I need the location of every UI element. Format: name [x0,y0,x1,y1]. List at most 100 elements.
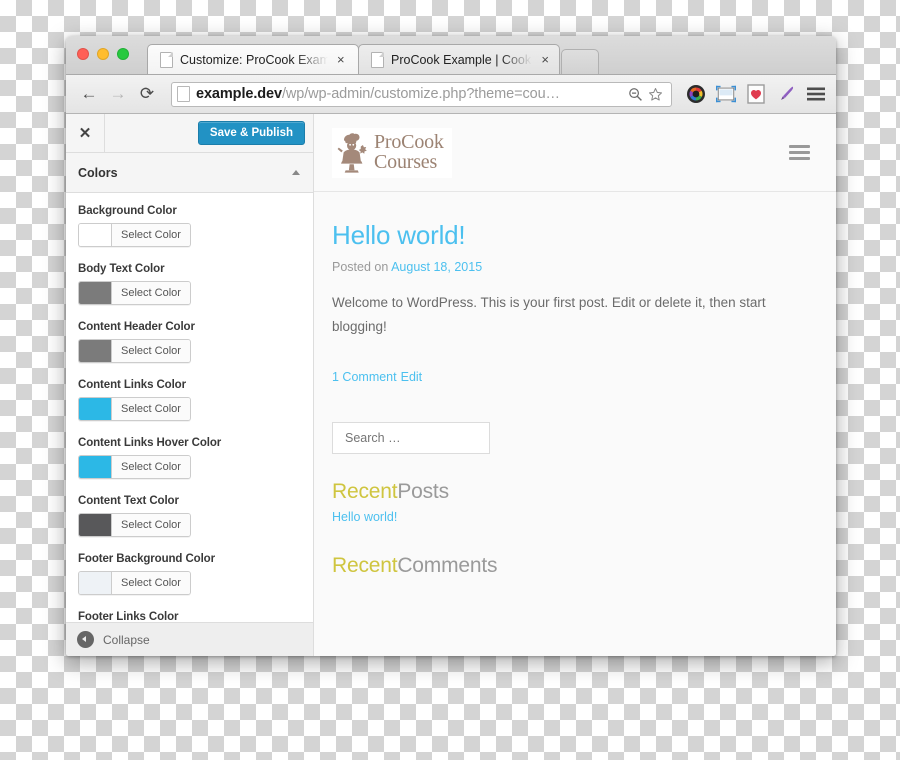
color-picker[interactable]: Select Color [78,571,191,596]
back-icon[interactable]: ← [76,81,102,107]
logo-line-1: ProCook [374,131,444,154]
chef-mascot-icon [337,132,367,173]
widget-title-recent-comments: RecentComments [332,554,810,578]
logo-line-2: Courses [374,150,438,173]
new-tab-button[interactable] [561,49,599,75]
select-color-button[interactable]: Select Color [112,282,190,305]
post-meta: Posted on August 18, 2015 [332,260,810,274]
address-bar[interactable]: example.dev/wp/wp-admin/customize.php?th… [171,81,672,107]
forward-icon[interactable]: → [105,81,131,107]
color-swatch[interactable] [79,282,112,305]
widget-title-rest: Posts [397,479,449,503]
select-color-button[interactable]: Select Color [112,514,190,537]
tab-customize[interactable]: Customize: ProCook Exam × [147,44,359,75]
pen-highlighter-icon[interactable] [775,84,796,105]
control-content-header-color: Content Header Color Select Color [78,321,301,367]
control-footer-background-color: Footer Background Color Select Color [78,553,301,599]
pinterest-save-icon[interactable] [745,84,766,105]
chrome-menu-icon[interactable] [805,84,826,105]
control-label: Content Text Color [78,495,179,508]
select-color-button[interactable]: Select Color [112,456,190,479]
save-and-publish-button[interactable]: Save & Publish [197,121,305,146]
select-color-button[interactable]: Select Color [112,398,190,421]
browser-viewport: ✕ Save & Publish Colors Background Color… [66,114,836,656]
section-title: Colors [78,165,118,180]
collapse-customizer-button[interactable]: Collapse [66,622,313,656]
recent-post-link[interactable]: Hello world! [332,510,810,524]
widget-title-rest: Comments [397,553,498,577]
color-picker[interactable]: Select Color [78,223,191,248]
page-info-icon[interactable] [177,86,190,103]
tab-close-icon[interactable]: × [337,53,345,66]
select-color-button[interactable]: Select Color [112,340,190,363]
window-minimize-button[interactable] [97,48,109,60]
comments-link[interactable]: 1 Comment [332,370,397,384]
control-content-links-hover-color: Content Links Hover Color Select Color [78,437,301,483]
color-swatch[interactable] [79,340,112,363]
save-button-wrap: Save & Publish [105,121,313,146]
customizer-sidebar: ✕ Save & Publish Colors Background Color… [66,114,314,656]
menu-bar [789,157,810,161]
site-content: Hello world! Posted on August 18, 2015 W… [314,192,836,656]
widget-title-recent-posts: RecentPosts [332,480,810,504]
control-label: Content Links Hover Color [78,437,222,450]
reload-icon[interactable]: ⟳ [134,81,160,107]
browser-toolbar: ← → ⟳ example.dev/wp/wp-admin/customize.… [66,75,836,115]
menu-bar [789,151,810,155]
site-logo-text: ProCook Courses [374,131,444,173]
browser-tab-strip: Customize: ProCook Exam × ProCook Exampl… [66,36,836,76]
post-excerpt: Welcome to WordPress. This is your first… [332,295,766,335]
post-title[interactable]: Hello world! [332,220,810,251]
control-content-links-color: Content Links Color Select Color [78,379,301,425]
tab-list: Customize: ProCook Exam × ProCook Exampl… [147,44,599,75]
tab-close-icon[interactable]: × [541,53,549,66]
customizer-header: ✕ Save & Publish [66,114,313,154]
color-picker[interactable]: Select Color [78,455,191,480]
star-icon[interactable] [645,87,665,102]
color-picker[interactable]: Select Color [78,397,191,422]
color-picker[interactable]: Select Color [78,339,191,364]
control-background-color: Background Color Select Color [78,205,301,251]
post-meta-prefix: Posted on [332,260,389,275]
menu-bar [789,145,810,149]
color-swatch[interactable] [79,514,112,537]
search-input[interactable] [343,429,479,446]
screenshot-capture-icon[interactable] [715,84,736,105]
section-header-colors[interactable]: Colors [66,153,313,194]
post-date-link[interactable]: August 18, 2015 [391,260,482,274]
search-widget[interactable] [332,421,490,454]
color-swatch[interactable] [79,398,112,421]
color-swatch[interactable] [79,224,112,247]
browser-window: Customize: ProCook Exam × ProCook Exampl… [66,36,836,656]
caret-up-icon[interactable] [292,170,300,176]
select-color-button[interactable]: Select Color [112,572,190,595]
color-swatch[interactable] [79,572,112,595]
site-logo[interactable]: ProCook Courses [332,127,452,178]
edit-link[interactable]: Edit [401,370,423,384]
tab-title: ProCook Example | Cook li [391,52,533,67]
tab-procook-example[interactable]: ProCook Example | Cook li × [358,44,560,75]
page-icon [371,51,384,68]
color-picker[interactable]: Select Color [78,281,191,306]
hamburger-menu-icon[interactable] [789,145,810,161]
window-zoom-button[interactable] [117,48,129,60]
url-path: /wp/wp-admin/customize.php?theme=cou… [281,86,560,103]
close-customizer-icon[interactable]: ✕ [66,114,105,153]
colorzilla-icon[interactable] [685,84,706,105]
customizer-scroll-area[interactable]: Colors Background Color Select Color Bod… [66,153,313,656]
select-color-button[interactable]: Select Color [112,224,190,247]
window-close-button[interactable] [77,48,89,60]
collapse-label: Collapse [103,632,150,647]
collapse-arrow-icon [77,631,94,648]
color-picker[interactable]: Select Color [78,513,191,538]
control-label: Content Links Color [78,379,186,392]
zoom-out-icon[interactable] [625,87,645,102]
window-traffic-lights [77,48,129,60]
color-controls-list: Background Color Select Color Body Text … [66,193,313,656]
control-label: Background Color [78,205,177,218]
control-label: Content Header Color [78,321,195,334]
site-header: ProCook Courses [314,114,836,193]
color-swatch[interactable] [79,456,112,479]
url-domain: example.dev [196,86,282,103]
address-bar-url: example.dev/wp/wp-admin/customize.php?th… [196,86,625,102]
